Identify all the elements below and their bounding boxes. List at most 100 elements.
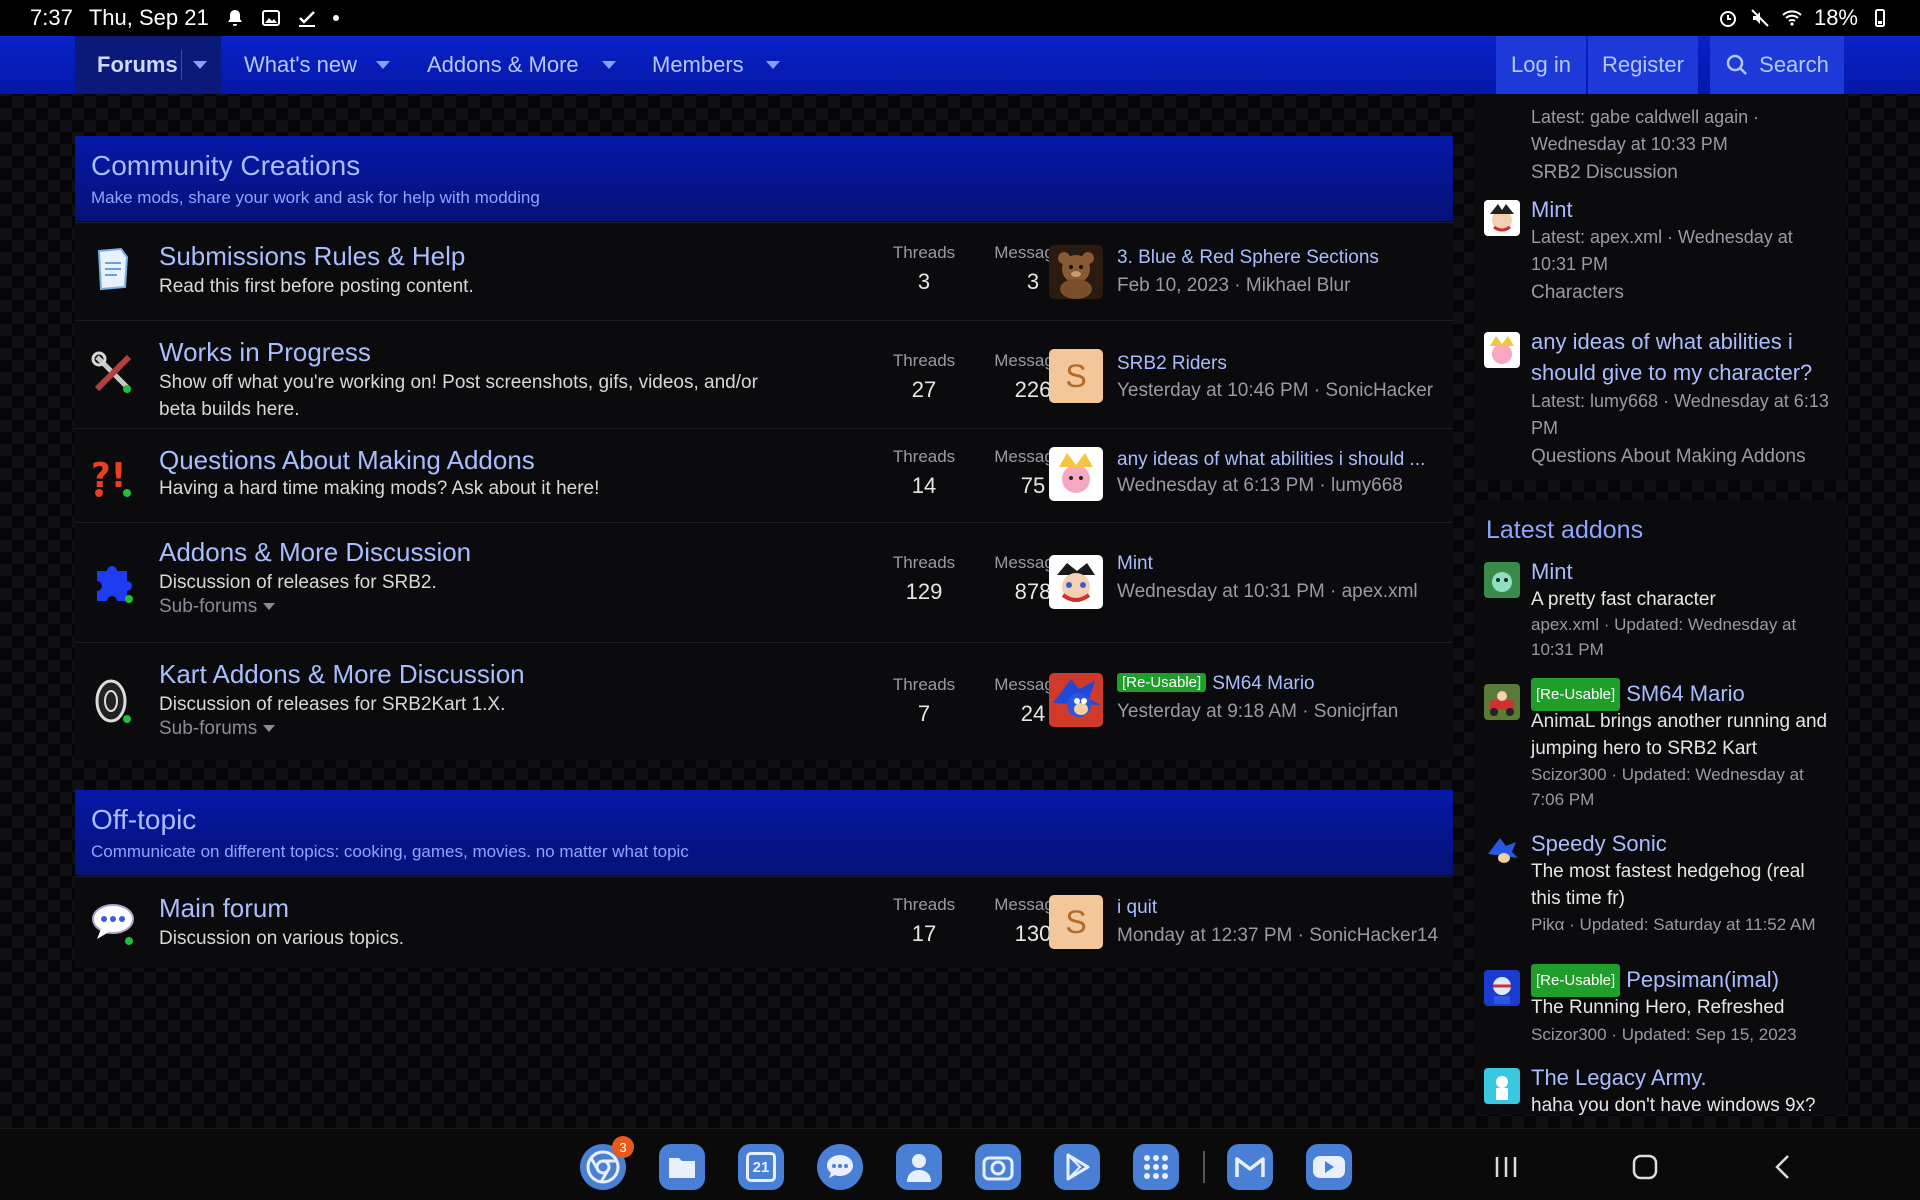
chrome-app[interactable]: 3 [580,1136,634,1190]
latest-post-meta[interactable]: Latest: apex.xml · Wednesday at 10:31 PM [1531,224,1836,278]
addon-meta[interactable]: Scizor300 · Updated: Wednesday at 7:06 P… [1531,762,1836,812]
category-header-community-creations[interactable]: Community Creations Make mods, share you… [75,136,1453,222]
avatar[interactable] [1049,245,1103,299]
pepsiman-avatar-icon [1484,970,1520,1006]
avatar[interactable] [1484,1068,1520,1104]
home-button[interactable] [1625,1147,1665,1187]
threads-label: Threads [892,675,956,694]
nav-members[interactable]: Members [652,36,792,94]
last-post-title[interactable]: Mint [1117,553,1439,575]
play-store-app[interactable] [1054,1144,1100,1190]
camera-app[interactable] [975,1144,1021,1190]
last-post-meta[interactable]: Yesterday at 10:46 PM · SonicHacker [1117,380,1439,402]
node-list-community-creations: Submissions Rules & Help Read this first… [75,222,1453,760]
dock-divider [1203,1151,1205,1183]
register-button[interactable]: Register [1588,36,1698,94]
latest-post-forum[interactable]: Questions About Making Addons [1531,446,1806,468]
recent-apps-button[interactable] [1486,1147,1526,1187]
last-post-meta[interactable]: Feb 10, 2023 · Mikhael Blur [1117,275,1439,297]
messages-app[interactable] [817,1144,863,1190]
threads-stat: Threads 129 [874,553,974,605]
files-app[interactable] [659,1144,705,1190]
addon-meta[interactable]: Pikα · Updated: Saturday at 11:52 AM [1531,912,1836,937]
node-title[interactable]: Kart Addons & More Discussion [159,659,525,690]
subforums-toggle[interactable]: Sub-forums [159,596,276,618]
latest-post-title[interactable]: any ideas of what abilities i should giv… [1531,326,1831,388]
last-post-meta[interactable]: Monday at 12:37 PM · SonicHacker14 [1117,925,1439,947]
reusable-tag[interactable]: [Re-Usable] [1531,678,1621,711]
avatar[interactable]: S [1049,895,1103,949]
addon-title[interactable]: The Legacy Army. [1531,1062,1831,1093]
avatar[interactable] [1484,970,1520,1006]
forum-list: Community Creations Make mods, share you… [75,136,1453,968]
latest-addons-heading[interactable]: Latest addons [1486,516,1643,545]
node-description: Discussion on various topics. [159,928,404,949]
latest-post-meta[interactable]: Latest: gabe caldwell again · Wednesday … [1531,104,1836,158]
reusable-tag[interactable]: [Re-Usable] [1117,673,1207,692]
avatar[interactable] [1484,562,1520,598]
search-button[interactable]: Search [1710,36,1844,94]
category-title[interactable]: Off-topic [91,804,1437,836]
sonic-avatar-icon [1049,673,1103,727]
addon-meta[interactable]: Scizor300 · Updated: Sep 15, 2023 [1531,1022,1836,1047]
addon-title-text[interactable]: Pepsiman(imal) [1626,967,1779,992]
avatar[interactable] [1049,673,1103,727]
addon-title-text[interactable]: SM64 Mario [1626,681,1745,706]
calendar-app[interactable]: 21 [738,1144,784,1190]
last-post-title-text[interactable]: SM64 Mario [1212,673,1314,694]
chevron-down-icon[interactable] [766,61,780,69]
subforums-toggle[interactable]: Sub-forums [159,718,276,740]
login-button[interactable]: Log in [1496,36,1586,94]
addon-title[interactable]: [Re-Usable] Pepsiman(imal) [1531,964,1831,997]
node-title[interactable]: Main forum [159,893,289,924]
latest-post-title[interactable]: Mint [1531,194,1831,225]
kart-avatar-icon [1484,684,1520,720]
chevron-down-icon[interactable] [193,61,207,69]
addon-meta[interactable]: apex.xml · Updated: Wednesday at 10:31 P… [1531,612,1836,662]
category-title[interactable]: Community Creations [91,150,1437,182]
kirby-avatar-icon [1484,332,1520,368]
latest-post-meta[interactable]: Latest: lumy668 · Wednesday at 6:13 PM [1531,388,1836,442]
reusable-tag[interactable]: [Re-Usable] [1531,964,1621,997]
last-post-title[interactable]: i quit [1117,897,1439,919]
last-post-title[interactable]: [Re-Usable] SM64 Mario [1117,673,1439,695]
latest-post-forum[interactable]: Characters [1531,282,1624,304]
last-post-title[interactable]: SRB2 Riders [1117,353,1439,375]
last-post-meta[interactable]: Yesterday at 9:18 AM · Sonicjrfan [1117,701,1439,723]
back-button[interactable] [1763,1147,1803,1187]
gmail-app[interactable] [1227,1144,1273,1190]
avatar[interactable] [1484,200,1520,236]
addon-title[interactable]: Speedy Sonic [1531,828,1831,859]
addon-title[interactable]: [Re-Usable] SM64 Mario [1531,678,1831,711]
avatar[interactable] [1049,447,1103,501]
avatar[interactable] [1484,684,1520,720]
avatar[interactable] [1484,834,1520,870]
battery-level: 18% [1813,5,1858,30]
contacts-app[interactable] [896,1144,942,1190]
addon-title[interactable]: Mint [1531,556,1831,587]
nav-addons-more[interactable]: Addons & More [427,36,617,94]
chevron-down-icon[interactable] [602,61,616,69]
last-post-title[interactable]: 3. Blue & Red Sphere Sections [1117,247,1439,269]
latest-post-forum[interactable]: SRB2 Discussion [1531,162,1678,184]
avatar[interactable] [1484,332,1520,368]
threads-count: 17 [911,921,937,946]
nav-forums[interactable]: Forums [75,36,221,94]
wifi-icon [1782,10,1802,26]
last-post-meta[interactable]: Wednesday at 6:13 PM · lumy668 [1117,475,1439,497]
youtube-app[interactable] [1306,1144,1352,1190]
chevron-down-icon[interactable] [376,61,390,69]
avatar[interactable] [1049,555,1103,609]
app-drawer[interactable] [1133,1144,1179,1190]
node-title[interactable]: Questions About Making Addons [159,445,535,476]
node-title[interactable]: Submissions Rules & Help [159,241,465,272]
camera-icon [982,1156,1014,1181]
nav-whats-new[interactable]: What's new [244,36,394,94]
more-notifications-dot-icon [332,15,339,21]
last-post-meta[interactable]: Wednesday at 10:31 PM · apex.xml [1117,581,1439,603]
category-header-off-topic[interactable]: Off-topic Communicate on different topic… [75,790,1453,876]
node-title[interactable]: Works in Progress [159,337,371,368]
node-title[interactable]: Addons & More Discussion [159,537,471,568]
last-post-title[interactable]: any ideas of what abilities i should ... [1117,449,1439,471]
avatar[interactable]: S [1049,349,1103,403]
